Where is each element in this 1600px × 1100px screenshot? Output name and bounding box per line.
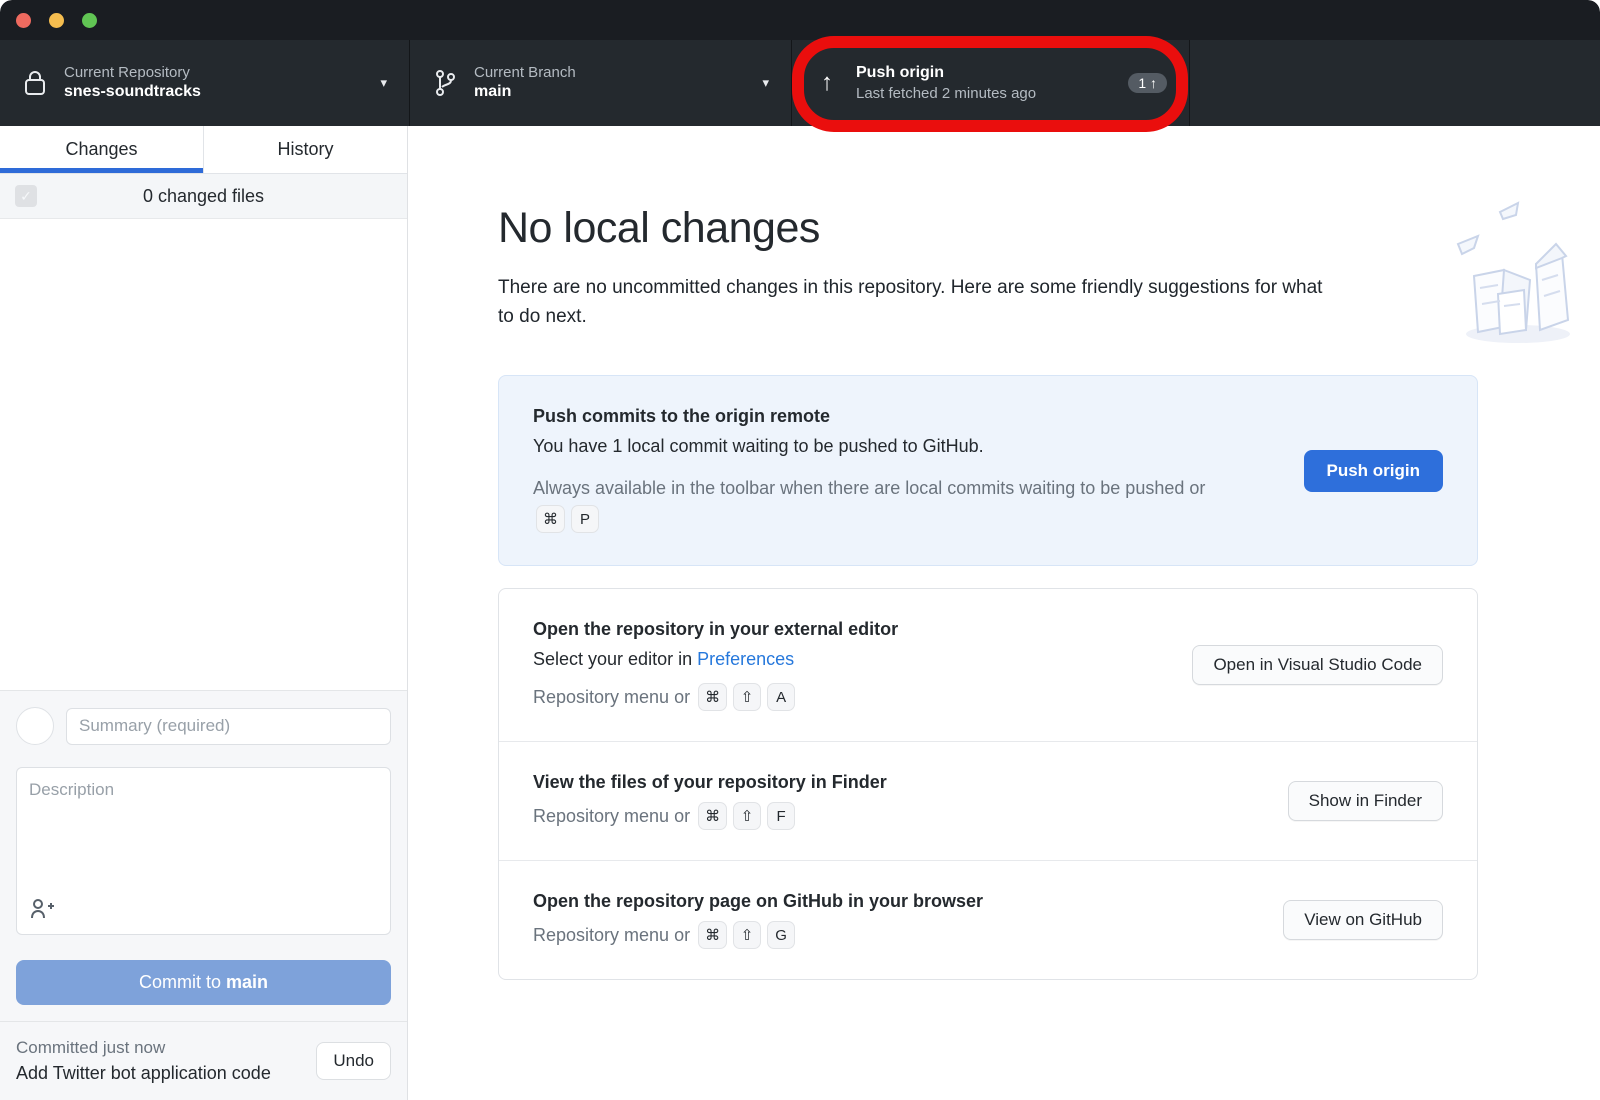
- cmd-key: ⌘: [698, 802, 727, 830]
- suggestion-title: Open the repository page on GitHub in yo…: [533, 891, 1283, 912]
- a-key: A: [767, 683, 795, 711]
- repository-label: Current Repository: [64, 63, 201, 83]
- lock-icon: [22, 69, 48, 97]
- push-origin-subtitle: Last fetched 2 minutes ago: [856, 84, 1036, 104]
- current-repository-dropdown[interactable]: Current Repository snes-soundtracks ▾: [0, 40, 410, 126]
- suggestion-open-editor: Open the repository in your external edi…: [499, 589, 1477, 742]
- view-on-github-button[interactable]: View on GitHub: [1283, 900, 1443, 940]
- cmd-key: ⌘: [536, 505, 565, 533]
- commit-to-main-button[interactable]: Commit to main: [16, 960, 391, 1005]
- page-subtitle: There are no uncommitted changes in this…: [498, 273, 1338, 331]
- commit-summary-input[interactable]: [66, 708, 391, 745]
- check-icon: ✓: [20, 188, 32, 205]
- suggestion-title: Open the repository in your external edi…: [533, 619, 1192, 640]
- suggestion-title: View the files of your repository in Fin…: [533, 772, 1288, 793]
- suggestion-view-on-github: Open the repository page on GitHub in yo…: [499, 861, 1477, 979]
- f-key: F: [767, 802, 795, 830]
- suggestion-shortcut-hint: Repository menu or ⌘⇧F: [533, 802, 1288, 830]
- chevron-down-icon: ▾: [380, 75, 387, 91]
- g-key: G: [767, 921, 795, 949]
- suggestion-shortcut-hint: Repository menu or ⌘⇧G: [533, 921, 1283, 949]
- current-branch-dropdown[interactable]: Current Branch main ▾: [410, 40, 792, 126]
- push-panel-body: You have 1 local commit waiting to be pu…: [533, 436, 1304, 457]
- toolbar: Current Repository snes-soundtracks ▾ Cu…: [0, 40, 1600, 126]
- cmd-key: ⌘: [698, 921, 727, 949]
- push-panel-hint: Always available in the toolbar when the…: [533, 473, 1223, 535]
- suggestion-show-in-finder: View the files of your repository in Fin…: [499, 742, 1477, 861]
- git-branch-icon: [432, 68, 458, 98]
- macos-titlebar: [0, 0, 1600, 40]
- editor-select-line: Select your editor in Preferences: [533, 649, 1192, 670]
- github-desktop-window: Current Repository snes-soundtracks ▾ Cu…: [0, 0, 1600, 1100]
- sidebar: Changes History ✓ 0 changed files: [0, 126, 408, 1100]
- push-commits-panel: Push commits to the origin remote You ha…: [498, 375, 1478, 566]
- toolbar-empty-space: [1190, 40, 1600, 126]
- open-in-editor-button[interactable]: Open in Visual Studio Code: [1192, 645, 1443, 685]
- cmd-key: ⌘: [698, 683, 727, 711]
- arrow-up-icon: ↑: [814, 71, 840, 95]
- sidebar-tabs: Changes History: [0, 126, 407, 174]
- main-content: No local changes There are no uncommitte…: [408, 126, 1600, 1100]
- show-in-finder-button[interactable]: Show in Finder: [1288, 781, 1443, 821]
- suggestions-panel: Open the repository in your external edi…: [498, 588, 1478, 980]
- chevron-down-icon: ▾: [762, 75, 769, 91]
- shift-key: ⇧: [733, 921, 761, 949]
- p-key: P: [571, 505, 599, 533]
- tab-history[interactable]: History: [203, 126, 407, 173]
- suggestion-shortcut-hint: Repository menu or ⌘⇧A: [533, 683, 1192, 711]
- repository-name: snes-soundtracks: [64, 82, 201, 103]
- commit-form: Commit to main: [0, 690, 407, 1021]
- minimize-window-button[interactable]: [49, 13, 64, 28]
- zoom-window-button[interactable]: [82, 13, 97, 28]
- shift-key: ⇧: [733, 802, 761, 830]
- changed-files-header: ✓ 0 changed files: [0, 174, 407, 219]
- push-origin-toolbar-button[interactable]: ↑ Push origin Last fetched 2 minutes ago…: [792, 40, 1190, 126]
- page-title: No local changes: [498, 204, 1478, 253]
- push-origin-title: Push origin: [856, 63, 1036, 84]
- preferences-link[interactable]: Preferences: [697, 649, 794, 669]
- avatar: [16, 707, 54, 745]
- add-coauthor-icon[interactable]: [29, 897, 55, 926]
- changes-list-empty: [0, 219, 407, 690]
- undo-commit-button[interactable]: Undo: [316, 1042, 391, 1080]
- commit-message-text: Add Twitter bot application code: [16, 1063, 316, 1084]
- shift-key: ⇧: [733, 683, 761, 711]
- last-commit-row: Committed just now Add Twitter bot appli…: [0, 1021, 407, 1100]
- commit-description-input[interactable]: [16, 767, 391, 935]
- select-all-checkbox[interactable]: ✓: [15, 185, 37, 207]
- push-panel-title: Push commits to the origin remote: [533, 406, 1304, 427]
- branch-name: main: [474, 82, 576, 103]
- close-window-button[interactable]: [16, 13, 31, 28]
- changed-files-count: 0 changed files: [143, 186, 264, 207]
- push-origin-button[interactable]: Push origin: [1304, 450, 1444, 492]
- branch-label: Current Branch: [474, 63, 576, 83]
- ahead-commits-badge: 1 ↑: [1128, 73, 1167, 93]
- tab-changes[interactable]: Changes: [0, 126, 203, 173]
- commit-status-text: Committed just now: [16, 1038, 316, 1058]
